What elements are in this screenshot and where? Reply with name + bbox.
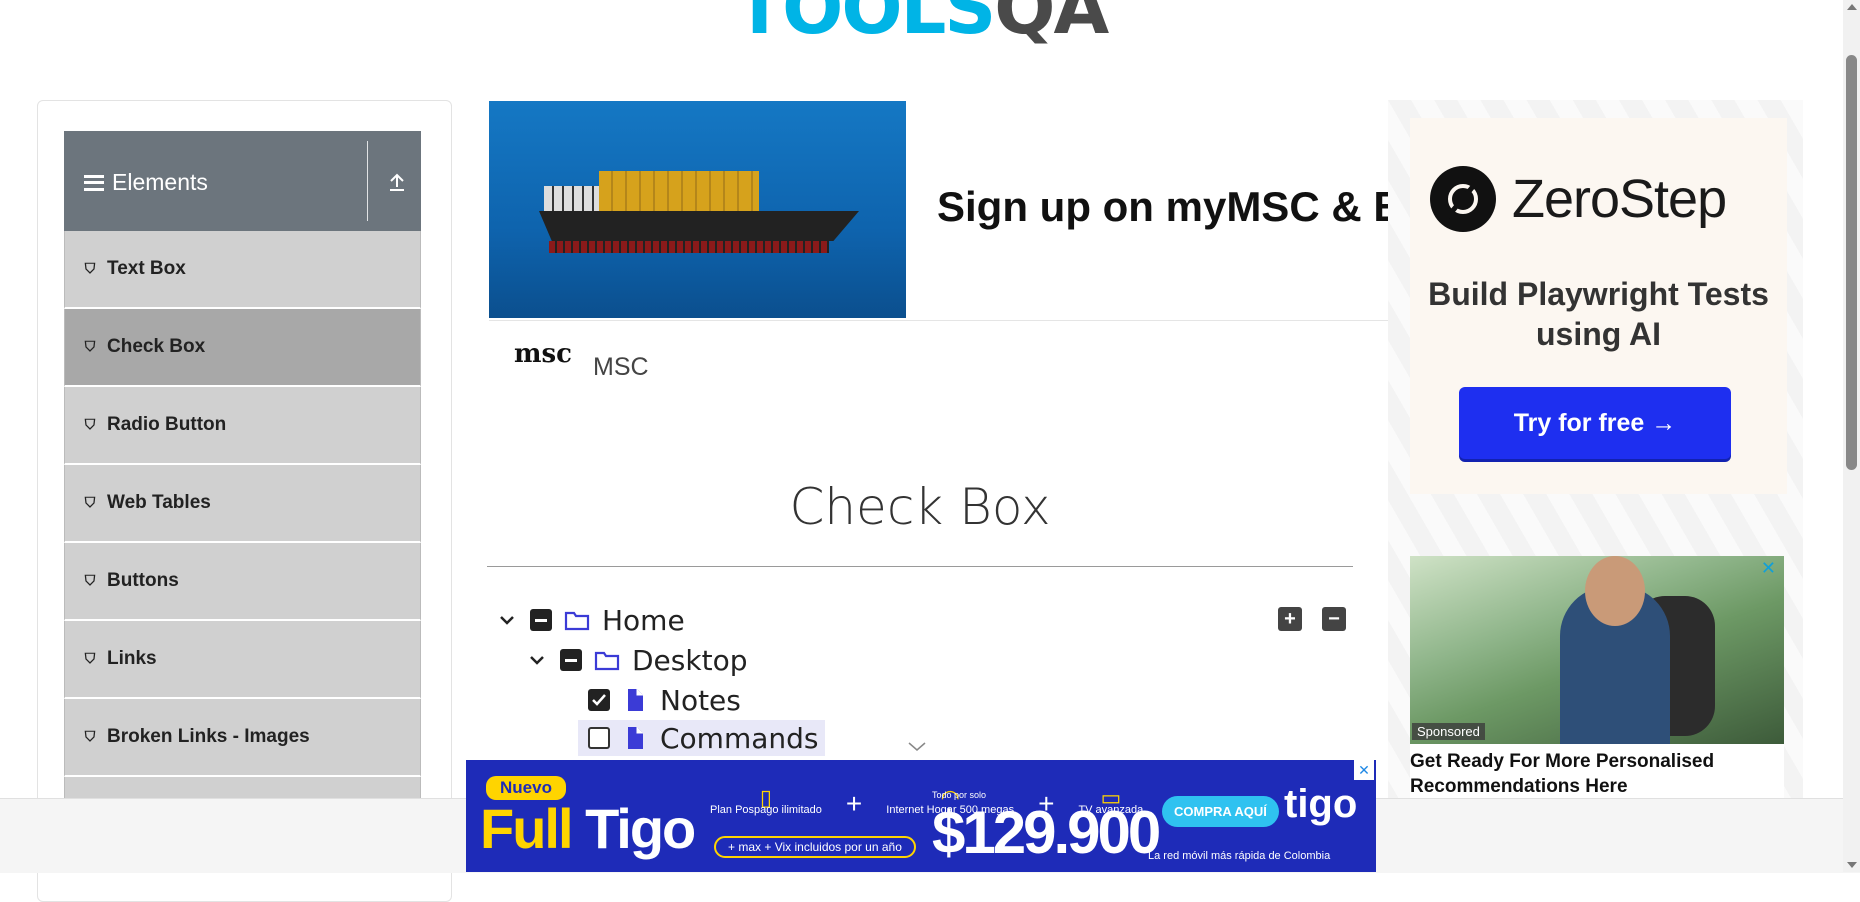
group-title-label: Elements (112, 169, 208, 195)
tree-node-commands: Commands (578, 720, 825, 756)
sidebar-item-radio-button[interactable]: ⛉ Radio Button (64, 387, 421, 465)
zerostep-logo: ZeroStep (1430, 166, 1727, 232)
sidebar-item-broken-links[interactable]: ⛉ Broken Links - Images (64, 699, 421, 777)
phone-icon: ▯ (759, 785, 772, 810)
sidebar-item-label: Links (107, 648, 157, 669)
folder-icon (594, 651, 620, 671)
chevron-down-icon[interactable] (496, 609, 518, 631)
scroll-up-icon[interactable] (1847, 4, 1857, 10)
toolsqa-logo[interactable]: TOOLSQA (735, 0, 1109, 44)
logo-part-qa: QA (994, 0, 1109, 50)
sidebar-menu: ⛉ Text Box ⛉ Check Box ⛉ Radio Button ⛉ Web … (64, 231, 421, 855)
html5-icon: ⛉ (84, 495, 96, 511)
tree-node-notes: Notes (588, 682, 741, 718)
price: $129.900 (932, 799, 1161, 866)
html5-icon: ⛉ (84, 729, 96, 745)
sidebar-item-text-box[interactable]: ⛉ Text Box (64, 231, 421, 309)
sidebar-item-label: Buttons (107, 570, 179, 591)
chevron-down-icon (908, 742, 926, 751)
file-icon (628, 727, 643, 749)
logo-part-tools: TOOLS (735, 0, 996, 50)
sidebar-item-label: Web Tables (107, 492, 211, 513)
checkbox-notes[interactable] (588, 689, 610, 711)
tigo-tagline: La red móvil más rápida de Colombia (1148, 850, 1331, 862)
header-divider (367, 141, 368, 221)
advertiser-name: MSC (593, 353, 649, 381)
html5-icon: ⛉ (84, 261, 96, 277)
tree-node-home: Home (496, 602, 685, 638)
ad-close-icon[interactable]: ✕ (1354, 760, 1374, 780)
scroll-down-icon[interactable] (1847, 862, 1857, 868)
html5-icon: ⛉ (84, 573, 96, 589)
tree-controls: + − (1278, 607, 1346, 631)
html5-icon: ⛉ (84, 651, 96, 667)
elements-group-header[interactable]: Elements (64, 131, 421, 231)
zerostep-brand: ZeroStep (1512, 169, 1727, 229)
sidebar-item-links[interactable]: ⛉ Links (64, 621, 421, 699)
checkbox-home[interactable] (530, 609, 552, 631)
checkbox-desktop[interactable] (560, 649, 582, 671)
scrollbar-thumb[interactable] (1846, 55, 1857, 470)
group-title: Elements (84, 169, 208, 196)
sponsored-ad[interactable]: Sponsored ✕ Get Ready For More Personali… (1410, 556, 1784, 800)
streaming-pill: + max + Vix incluidos por un año (714, 836, 916, 858)
compra-aqui-button[interactable]: COMPRA AQUÍ (1162, 796, 1279, 827)
banner-headline: Sign up on myMSC & B (937, 183, 1395, 230)
tree-label[interactable]: Desktop (632, 644, 747, 677)
sidebar-item-check-box[interactable]: ⛉ Check Box (64, 309, 421, 387)
page-title: Check Box (789, 478, 1051, 536)
close-icon[interactable]: ✕ (1761, 558, 1776, 579)
container-ship-image (489, 101, 906, 318)
zerostep-tagline: Build Playwright Tests using AI (1428, 276, 1769, 352)
hiker-image: Sponsored ✕ (1410, 556, 1784, 744)
tree-label[interactable]: Notes (660, 684, 741, 717)
sidebar-item-label: Text Box (107, 258, 186, 279)
zerostep-ad[interactable]: ZeroStep Build Playwright Tests using AI… (1410, 118, 1787, 494)
try-for-free-button[interactable]: Try for free → (1459, 387, 1731, 459)
file-icon (628, 689, 643, 711)
msc-advertiser-row[interactable]: msc MSC (489, 320, 1395, 411)
tree-label[interactable]: Commands (660, 722, 819, 755)
folder-icon (564, 611, 590, 631)
sidebar-item-web-tables[interactable]: ⛉ Web Tables (64, 465, 421, 543)
checkbox-commands[interactable] (588, 727, 610, 749)
msc-logo: msc (514, 339, 572, 369)
sidebar-item-buttons[interactable]: ⛉ Buttons (64, 543, 421, 621)
hamburger-icon (84, 174, 104, 191)
collapse-all-button[interactable]: − (1322, 607, 1346, 631)
sidebar-item-label: Broken Links - Images (107, 726, 310, 747)
sidebar-item-label: Check Box (107, 336, 206, 357)
html5-icon: ⛉ (84, 339, 96, 355)
full-tigo-brand: Full Tigo (480, 797, 696, 860)
page-scrollbar[interactable] (1843, 0, 1860, 872)
zerostep-logo-icon (1430, 166, 1496, 232)
sponsored-headline: Get Ready For More Personalised Recommen… (1410, 751, 1715, 797)
msc-banner-ad[interactable]: Sign up on myMSC & B (489, 101, 1395, 318)
collapse-up-icon[interactable] (386, 171, 408, 193)
tree-label[interactable]: Home (602, 604, 685, 637)
tigo-ad[interactable]: Nuevo Full Tigo ▯ Plan Pospago ilimitado … (466, 760, 1376, 872)
check-icon (592, 694, 606, 706)
html5-icon: ⛉ (84, 417, 96, 433)
expand-all-button[interactable]: + (1278, 607, 1302, 631)
title-divider (487, 566, 1353, 567)
tree-node-desktop: Desktop (526, 642, 747, 678)
sponsored-badge: Sponsored (1412, 723, 1485, 740)
chevron-down-icon[interactable] (526, 649, 548, 671)
tigo-logo: tigo (1284, 782, 1358, 826)
sidebar-item-label: Radio Button (107, 414, 227, 435)
